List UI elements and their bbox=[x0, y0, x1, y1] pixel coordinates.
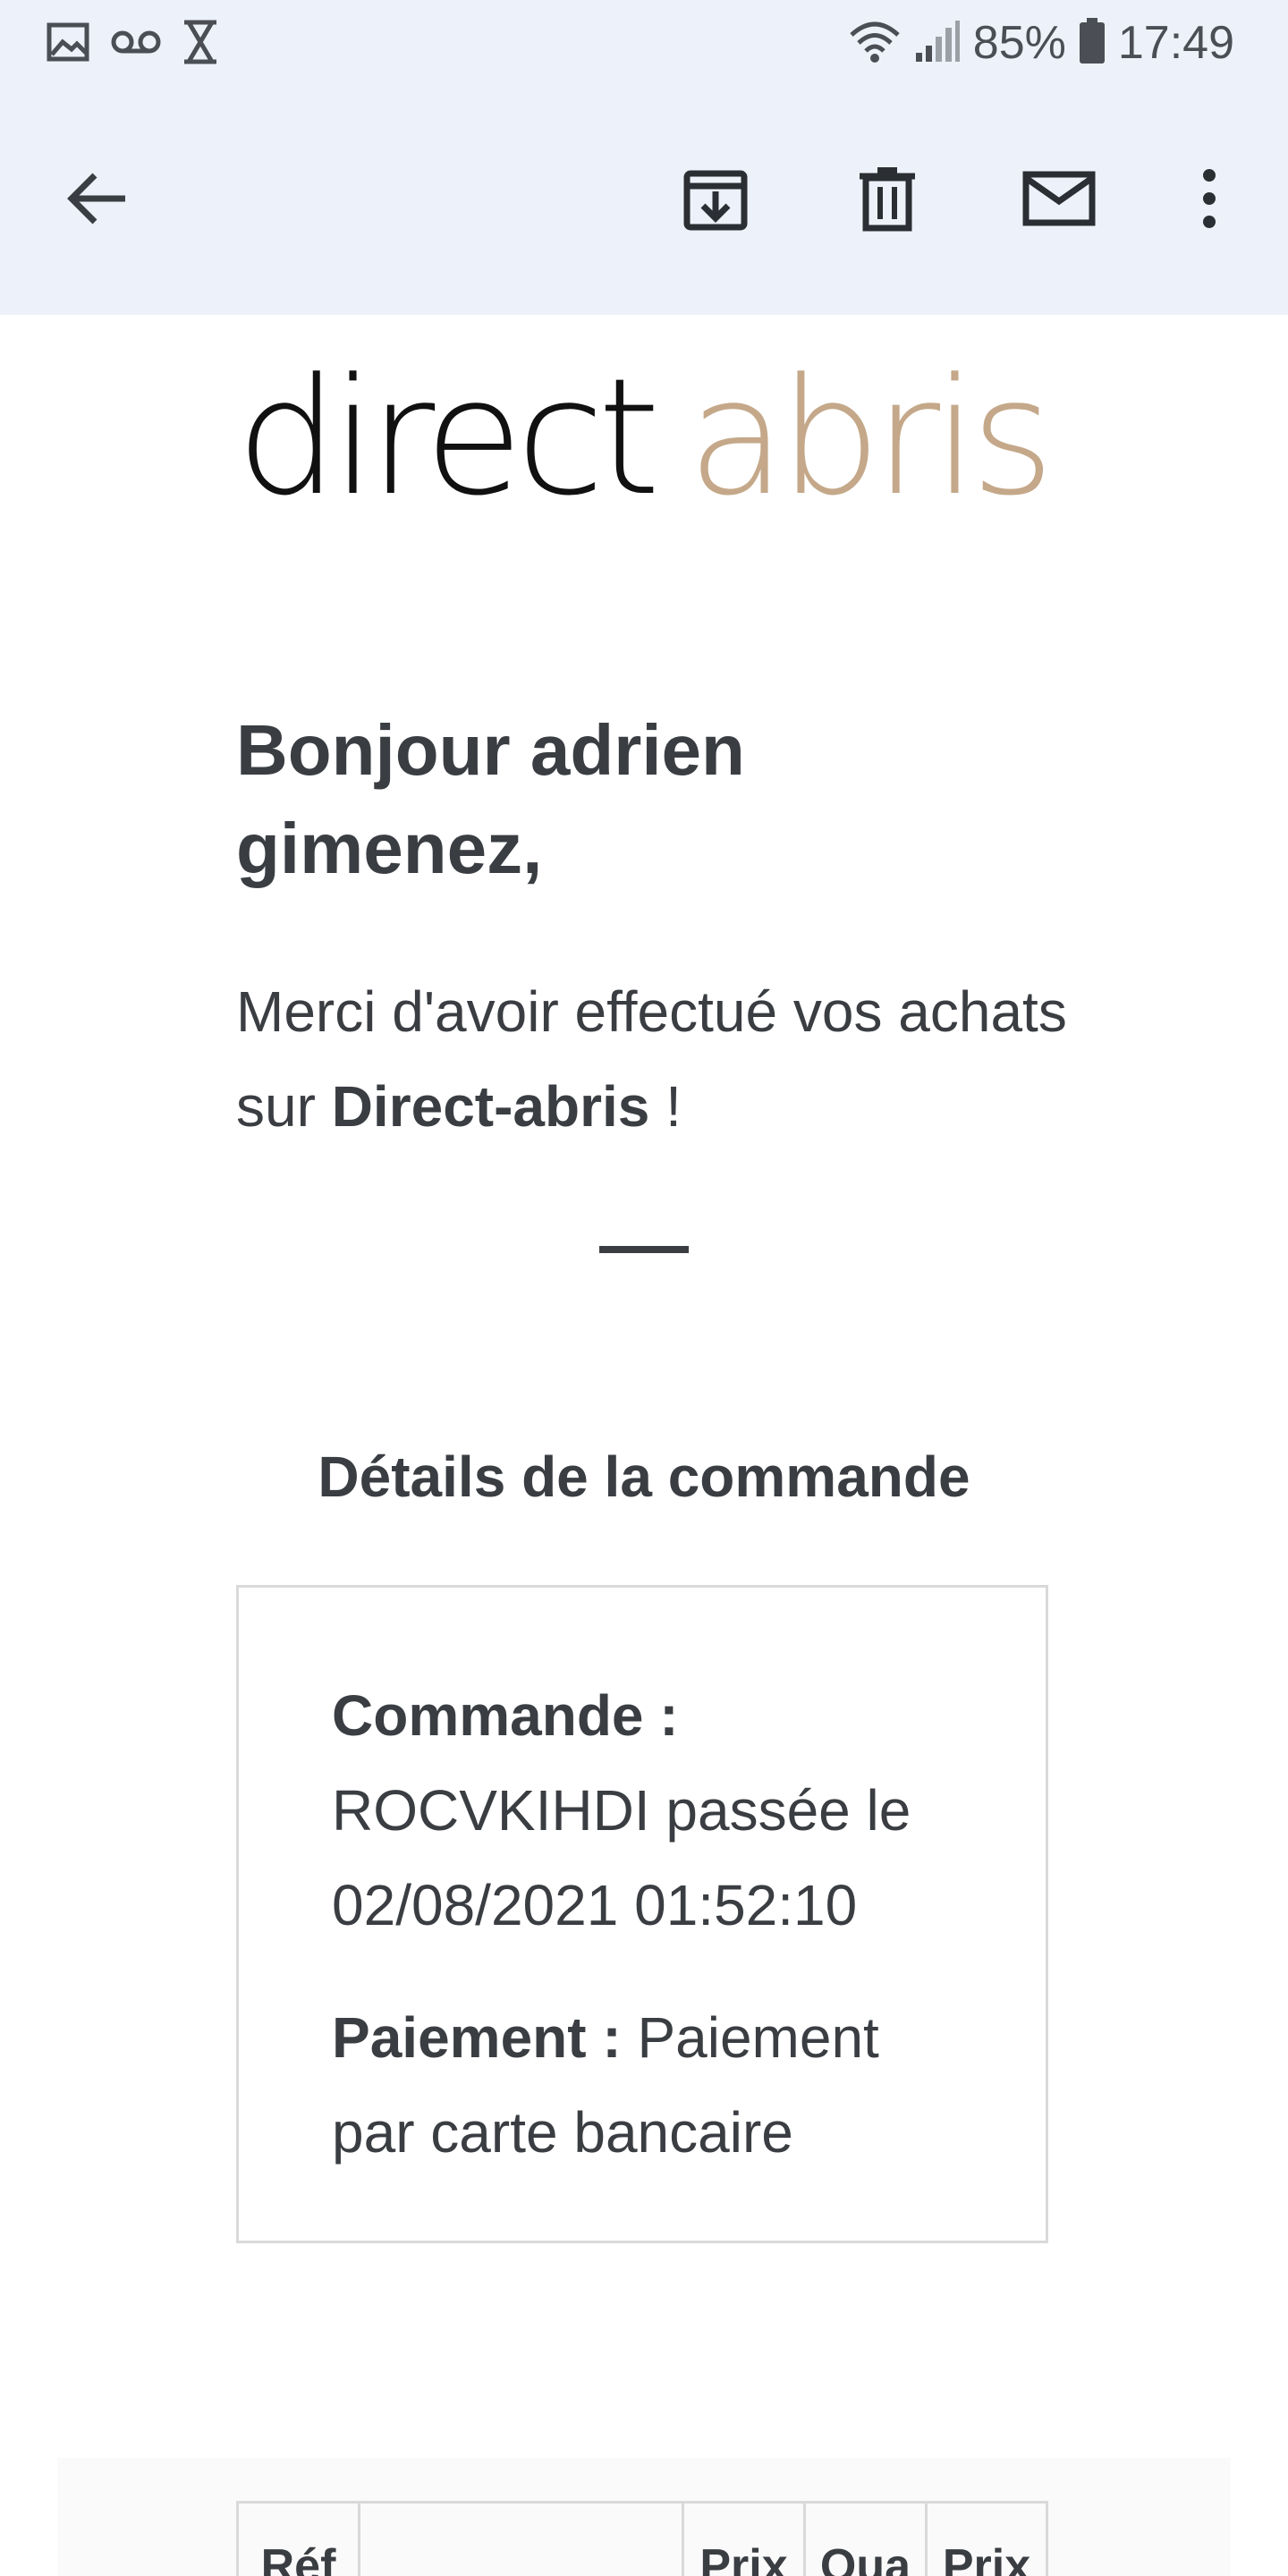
greeting-heading: Bonjour adrien gimenez, bbox=[236, 710, 745, 888]
brand-logo: direct abris bbox=[236, 344, 1055, 531]
trash-icon[interactable] bbox=[844, 156, 930, 242]
logo-word-direct: direct bbox=[236, 344, 661, 531]
thanks-message: Merci d'avoir effectué vos achats sur Di… bbox=[236, 964, 1095, 1154]
image-icon bbox=[47, 22, 89, 66]
clock: 17:49 bbox=[1117, 17, 1234, 69]
table-header-total: Prix bbox=[942, 2540, 1031, 2576]
section-divider bbox=[599, 1246, 689, 1253]
order-value: ROCVKIHDI passée le 02/08/2021 01:52:10 bbox=[332, 1778, 911, 1937]
order-line: Commande : ROCVKIHDI passée le 02/08/202… bbox=[332, 1668, 976, 1953]
payment-label: Paiement : bbox=[332, 2005, 622, 2070]
more-vert-icon[interactable] bbox=[1166, 156, 1252, 242]
thanks-suffix: ! bbox=[649, 1074, 682, 1139]
voicemail-icon bbox=[111, 29, 161, 60]
table-header-ref: Réf bbox=[239, 2504, 360, 2576]
table-header-quantity: Qua bbox=[806, 2504, 928, 2576]
order-summary-box: Commande : ROCVKIHDI passée le 02/08/202… bbox=[236, 1585, 1048, 2243]
mail-icon[interactable] bbox=[1016, 156, 1102, 242]
wifi-icon bbox=[848, 19, 902, 68]
hourglass-icon bbox=[182, 20, 218, 69]
order-details-title: Détails de la commande bbox=[318, 1445, 970, 1509]
signal-icon bbox=[914, 19, 961, 68]
status-bar: 85% 17:49 bbox=[0, 0, 1288, 86]
archive-icon[interactable] bbox=[673, 156, 758, 242]
table-header-price: Prix bbox=[684, 2504, 806, 2576]
order-items-table: Réf Prix Qua Prix bbox=[236, 2501, 1048, 2576]
back-arrow-icon[interactable] bbox=[54, 156, 140, 242]
battery-icon bbox=[1079, 17, 1106, 69]
brand-name: Direct-abris bbox=[331, 1074, 650, 1139]
order-label: Commande : bbox=[332, 1683, 679, 1748]
order-items-section: Réf Prix Qua Prix bbox=[57, 2458, 1231, 2576]
table-header-product bbox=[360, 2504, 684, 2576]
logo-word-abris: abris bbox=[687, 344, 1055, 531]
app-bar bbox=[0, 86, 1288, 315]
payment-line: Paiement : Paiement par carte bancaire bbox=[332, 1990, 976, 2180]
battery-percent: 85% bbox=[972, 17, 1066, 69]
